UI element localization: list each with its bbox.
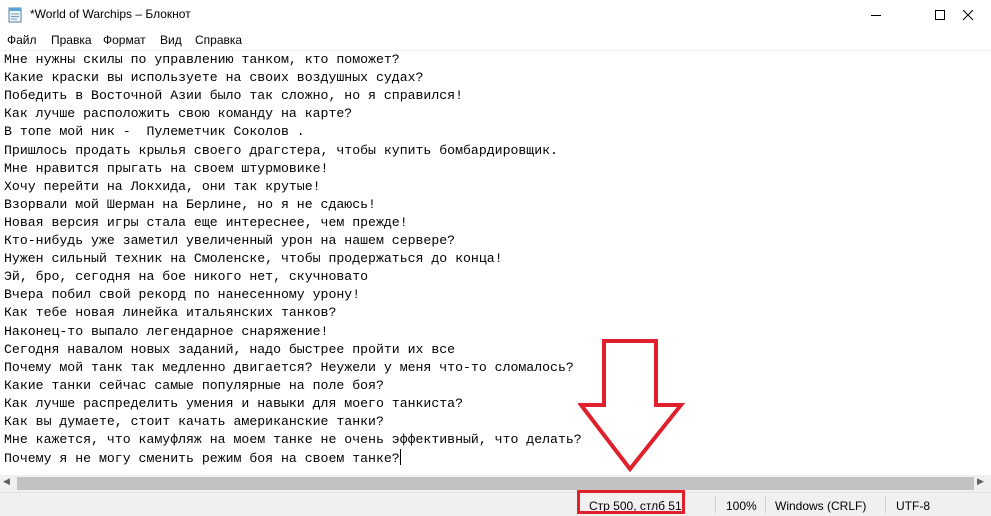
scroll-right-icon[interactable]: ▶ [977,477,984,487]
notepad-icon [8,7,22,23]
text-line: Мне нравится прыгать на своем штурмовике… [4,160,329,176]
text-line: Эй, бро, сегодня на бое никого нет, скуч… [4,269,369,285]
menu-help[interactable]: Справка [195,33,242,47]
text-line: Почему я не могу сменить режим боя на св… [4,449,401,467]
status-zoom: 100% [726,499,757,513]
menu-edit[interactable]: Правка [51,33,92,47]
status-bar: Стр 500, стлб 51 100% Windows (CRLF) UTF… [0,492,991,516]
text-line: Победить в Восточной Азии было так сложн… [4,88,463,104]
minimize-button[interactable] [853,0,899,30]
scrollbar-thumb[interactable] [17,477,974,490]
down-arrow-icon [578,339,686,473]
status-separator [765,496,766,513]
text-line: Пришлось продать крылья своего драгстера… [4,142,558,158]
highlight-box [577,490,685,514]
status-separator [885,496,886,513]
text-line: Новая версия игры стала еще интереснее, … [4,214,408,230]
text-line: Какие танки сейчас самые популярные на п… [4,377,384,393]
text-line: Мне кажется, что камуфляж на моем танке … [4,432,582,448]
status-line-endings: Windows (CRLF) [775,499,867,513]
maximize-icon [935,10,945,20]
text-line: Хочу перейти на Локхида, они так крутые! [4,178,321,194]
title-bar[interactable]: *World of Warchips – Блокнот [0,0,991,30]
text-line: Мне нужны скилы по управлению танком, кт… [4,52,400,67]
status-encoding: UTF-8 [896,499,930,513]
text-line: Как лучше распределить умения и навыки д… [4,395,463,411]
close-button[interactable] [945,0,991,30]
text-line: Нужен сильный техник на Смоленске, чтобы… [4,251,503,267]
close-icon [963,10,973,20]
text-line: Как лучше расположить свою команду на ка… [4,106,353,122]
text-line: Почему мой танк так медленно двигается? … [4,359,574,375]
menu-file[interactable]: Файл [7,33,37,47]
text-line: Как вы думаете, стоит качать американски… [4,414,384,429]
minimize-icon [871,15,881,16]
scroll-left-icon[interactable]: ◀ [3,477,10,487]
text-line: Взорвали мой Шерман на Берлине, но я не … [4,196,376,212]
text-line: Сегодня навалом новых заданий, надо быст… [4,341,456,357]
status-separator [715,496,716,513]
horizontal-scrollbar[interactable]: ◀ ▶ [0,475,991,492]
text-line: Какие краски вы используете на своих воз… [4,70,424,86]
text-line: Как тебе новая линейка итальянских танко… [4,305,337,321]
menu-bar: Файл Правка Формат Вид Справка [0,30,991,51]
text-line: В топе мой ник - Пулеметчик Соколов . [4,124,305,140]
text-editor[interactable]: Мне нужны скилы по управлению танком, кт… [0,51,991,475]
window-title: *World of Warchips – Блокнот [30,7,191,21]
text-line: Кто-нибудь уже заметил увеличенный урон … [4,233,456,248]
menu-view[interactable]: Вид [160,33,182,47]
menu-format[interactable]: Формат [103,33,146,47]
text-line: Вчера побил свой рекорд по нанесенному у… [4,287,361,303]
text-caret [399,449,401,466]
text-line: Наконец-то выпало легендарное снаряжение… [4,323,329,339]
